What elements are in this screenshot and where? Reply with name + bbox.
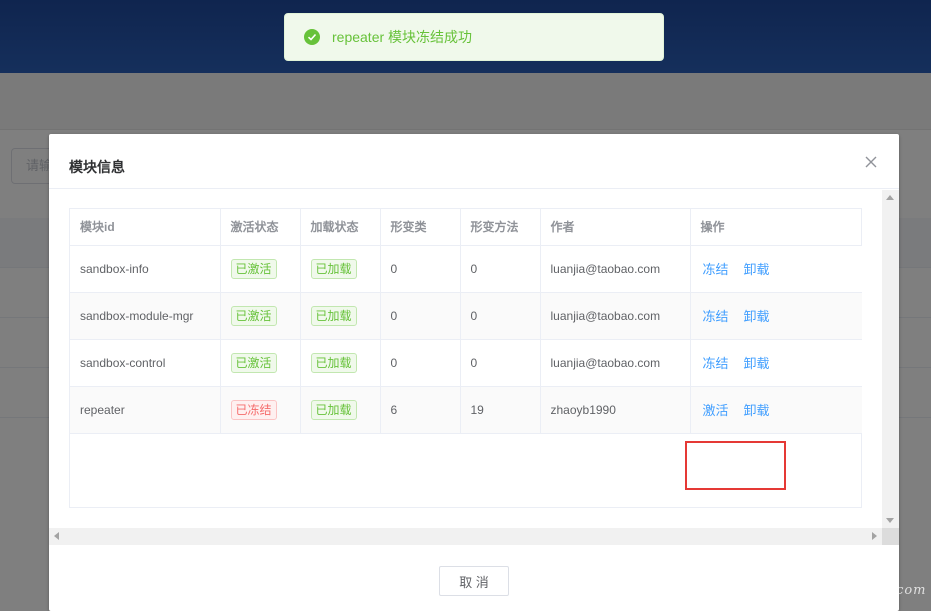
actions-cell: 冻结 卸载: [690, 245, 862, 293]
column-header-actions: 操作: [690, 209, 862, 246]
column-header-transform-class: 形变类: [380, 209, 461, 246]
actions-cell: 冻结 卸载: [690, 292, 862, 340]
status-badge: 已加载: [310, 305, 357, 326]
load-status-cell: 已加载: [300, 292, 381, 340]
module-table: 模块id 激活状态 加载状态 形变类 形变方法 作者 操作 sandbox-in…: [69, 208, 862, 508]
status-badge: 已加载: [310, 258, 357, 279]
scrollbar-corner: [882, 528, 899, 545]
table-row: repeater 已冻结 已加载 6 19 zhaoyb1990 激活 卸载: [70, 386, 862, 434]
author-cell: luanjia@taobao.com: [540, 292, 691, 340]
uninstall-link[interactable]: 卸载: [744, 356, 770, 371]
freeze-link[interactable]: 冻结: [703, 262, 729, 277]
scroll-up-icon[interactable]: [886, 195, 894, 200]
column-header-load-status: 加载状态: [300, 209, 381, 246]
active-status-cell: 已激活: [220, 245, 301, 293]
dialog-body: 模块id 激活状态 加载状态 形变类 形变方法 作者 操作 sandbox-in…: [49, 190, 899, 546]
module-id-cell: sandbox-info: [70, 245, 221, 293]
module-info-dialog: 模块信息 模块id 激活状态 加载状态 形变类 形变方法 作者 操作 sandb…: [49, 134, 899, 611]
author-cell: luanjia@taobao.com: [540, 339, 691, 387]
watermark: testerhome.com: [806, 583, 927, 598]
active-status-cell: 已激活: [220, 292, 301, 340]
table-row: sandbox-info 已激活 已加载 0 0 luanjia@taobao.…: [70, 245, 862, 293]
cancel-button[interactable]: 取 消: [439, 566, 509, 596]
activate-link[interactable]: 激活: [703, 403, 729, 418]
uninstall-link[interactable]: 卸载: [744, 403, 770, 418]
table-header-row: 模块id 激活状态 加载状态 形变类 形变方法 作者 操作: [70, 209, 862, 246]
scroll-right-icon[interactable]: [872, 532, 877, 540]
toast-message: repeater 模块冻结成功: [332, 29, 473, 45]
actions-cell: 冻结 卸载: [690, 339, 862, 387]
active-status-cell: 已冻结: [220, 386, 301, 434]
table-row: sandbox-module-mgr 已激活 已加载 0 0 luanjia@t…: [70, 292, 862, 340]
load-status-cell: 已加载: [300, 339, 381, 387]
vertical-scrollbar[interactable]: [882, 190, 899, 528]
actions-cell: 激活 卸载: [690, 386, 862, 434]
status-badge: 已加载: [310, 352, 357, 373]
scroll-left-icon[interactable]: [54, 532, 59, 540]
dialog-footer: 取 消: [49, 546, 899, 611]
status-badge: 已激活: [230, 258, 277, 279]
dialog-title: 模块信息: [69, 159, 125, 175]
scroll-down-icon[interactable]: [886, 518, 894, 523]
transform-class-cell: 0: [380, 245, 461, 293]
load-status-cell: 已加载: [300, 386, 381, 434]
transform-method-cell: 0: [460, 339, 541, 387]
transform-method-cell: 0: [460, 245, 541, 293]
horizontal-scrollbar[interactable]: [49, 528, 882, 545]
transform-method-cell: 19: [460, 386, 541, 434]
transform-class-cell: 6: [380, 386, 461, 434]
check-circle-icon: [304, 29, 320, 45]
module-id-cell: repeater: [70, 386, 221, 434]
uninstall-link[interactable]: 卸载: [744, 309, 770, 324]
module-id-cell: sandbox-module-mgr: [70, 292, 221, 340]
uninstall-link[interactable]: 卸载: [744, 262, 770, 277]
freeze-link[interactable]: 冻结: [703, 356, 729, 371]
status-badge: 已冻结: [230, 399, 277, 420]
column-header-module-id: 模块id: [70, 209, 221, 246]
freeze-link[interactable]: 冻结: [703, 309, 729, 324]
transform-class-cell: 0: [380, 292, 461, 340]
author-cell: zhaoyb1990: [540, 386, 691, 434]
transform-class-cell: 0: [380, 339, 461, 387]
column-header-active-status: 激活状态: [220, 209, 301, 246]
table-row: sandbox-control 已激活 已加载 0 0 luanjia@taob…: [70, 339, 862, 387]
status-badge: 已激活: [230, 352, 277, 373]
load-status-cell: 已加载: [300, 245, 381, 293]
active-status-cell: 已激活: [220, 339, 301, 387]
close-icon[interactable]: [863, 154, 879, 170]
transform-method-cell: 0: [460, 292, 541, 340]
author-cell: luanjia@taobao.com: [540, 245, 691, 293]
status-badge: 已激活: [230, 305, 277, 326]
dialog-header: 模块信息: [49, 134, 899, 189]
module-id-cell: sandbox-control: [70, 339, 221, 387]
column-header-transform-method: 形变方法: [460, 209, 541, 246]
status-badge: 已加载: [310, 399, 357, 420]
column-header-author: 作者: [540, 209, 691, 246]
success-toast: repeater 模块冻结成功: [284, 13, 664, 61]
